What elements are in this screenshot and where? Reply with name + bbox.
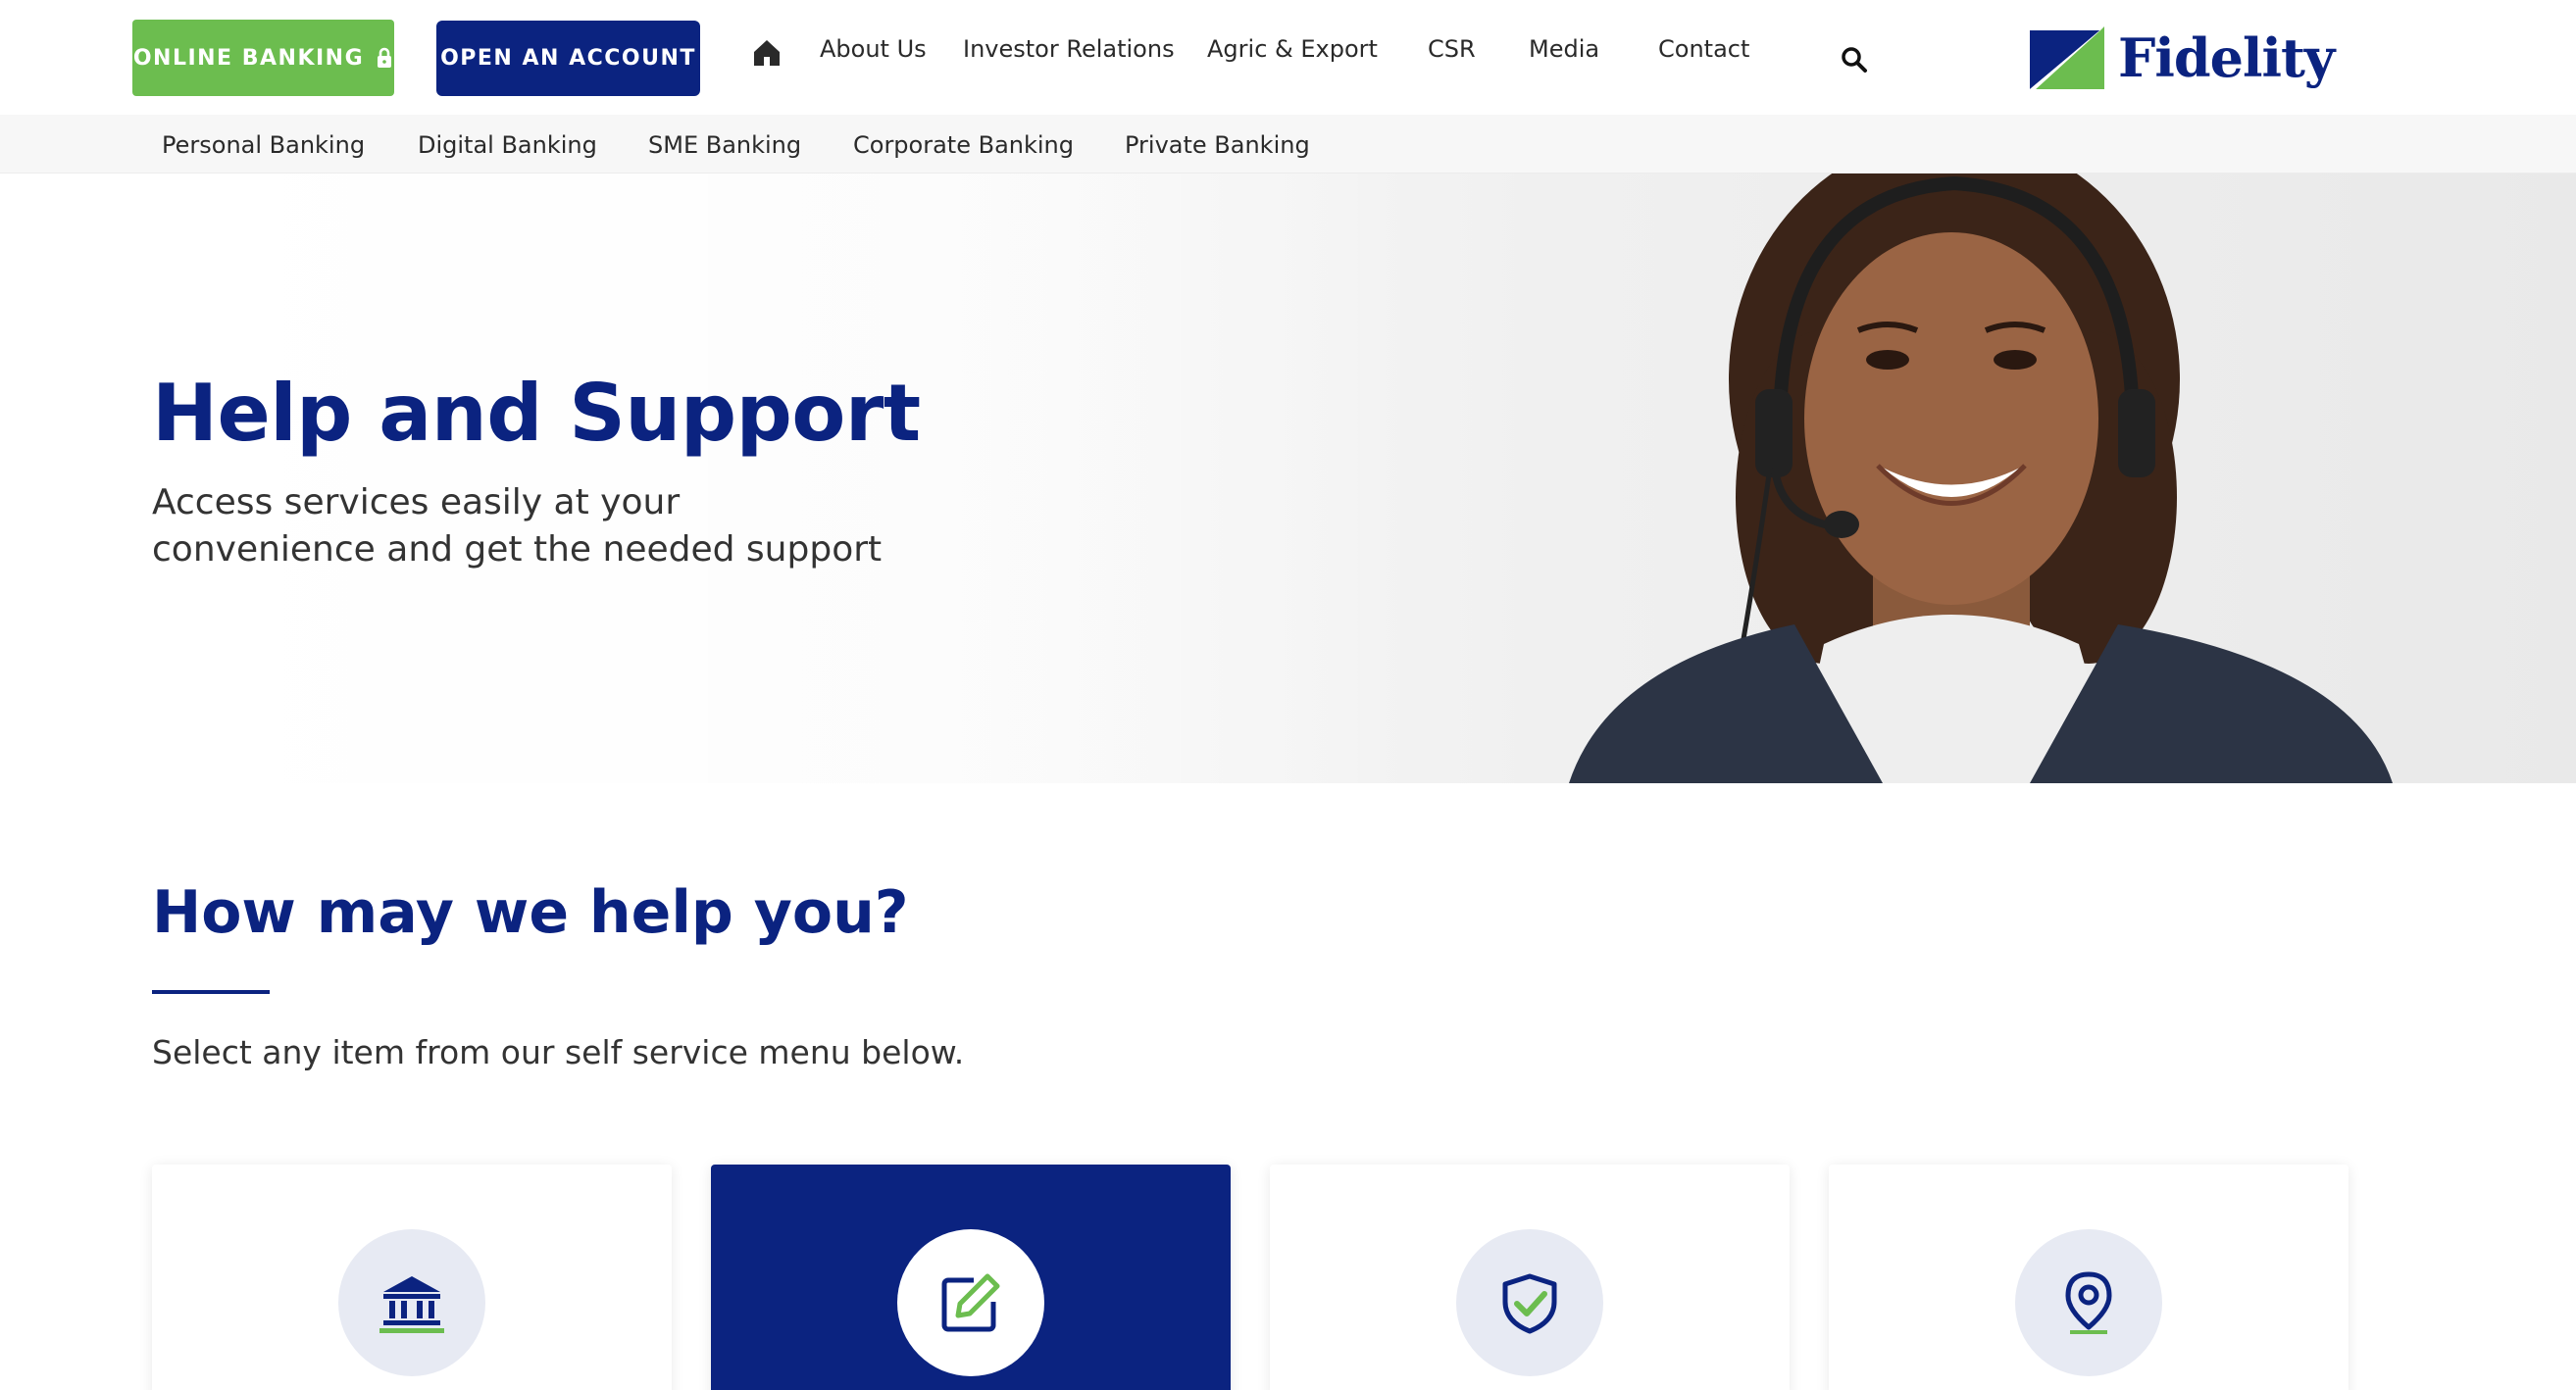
brand-name: Fidelity [2118,26,2335,89]
nav-item-about-us[interactable]: About Us [820,35,927,63]
shield-check-icon [1502,1273,1557,1334]
subnav-corporate-banking[interactable]: Corporate Banking [853,131,1074,159]
subnav-digital-banking[interactable]: Digital Banking [418,131,597,159]
nav-item-contact[interactable]: Contact [1658,35,1749,63]
card-icon-circle [338,1229,485,1376]
brand-logo[interactable]: Fidelity [2030,24,2335,92]
card-icon-circle [2015,1229,2162,1376]
help-section-subtitle: Select any item from our self service me… [152,1033,965,1071]
nav-item-investor-relations[interactable]: Investor Relations [963,35,1175,63]
home-icon[interactable] [751,37,783,69]
nav-item-csr[interactable]: CSR [1428,35,1476,63]
nav-item-agric-export[interactable]: Agric & Export [1207,35,1378,63]
top-header: ONLINE BANKING OPEN AN ACCOUNT About Us … [0,0,2576,115]
online-banking-button[interactable]: ONLINE BANKING [132,20,394,96]
page: ONLINE BANKING OPEN AN ACCOUNT About Us … [0,0,2576,1390]
hero-subtitle: Access services easily at your convenien… [152,482,883,570]
card-icon-circle [1456,1229,1603,1376]
open-account-button[interactable]: OPEN AN ACCOUNT [436,21,700,96]
help-section-title: How may we help you? [152,878,909,947]
help-title-underline [152,990,270,994]
hero-fade-overlay [0,174,2576,783]
card-icon-circle [897,1229,1044,1376]
edit-icon [941,1273,1000,1332]
open-account-label: OPEN AN ACCOUNT [440,46,696,71]
self-service-card-location[interactable] [1829,1165,2349,1390]
hero-banner: Help and Support Access services easily … [0,174,2576,783]
search-icon[interactable] [1841,46,1868,74]
subnav-sme-banking[interactable]: SME Banking [648,131,801,159]
location-pin-icon [2065,1271,2112,1334]
subnav-personal-banking[interactable]: Personal Banking [162,131,365,159]
fidelity-logo-mark [2030,26,2104,89]
sub-nav: Personal Banking Digital Banking SME Ban… [0,115,2576,174]
online-banking-label: ONLINE BANKING [132,45,365,71]
self-service-card-bank[interactable] [152,1165,672,1390]
self-service-card-security[interactable] [1270,1165,1790,1390]
bank-icon [379,1276,444,1333]
subnav-private-banking[interactable]: Private Banking [1125,131,1310,159]
self-service-card-edit[interactable] [711,1165,1231,1390]
hero-title: Help and Support [152,368,921,459]
lock-icon [376,47,393,69]
nav-item-media[interactable]: Media [1529,35,1599,63]
